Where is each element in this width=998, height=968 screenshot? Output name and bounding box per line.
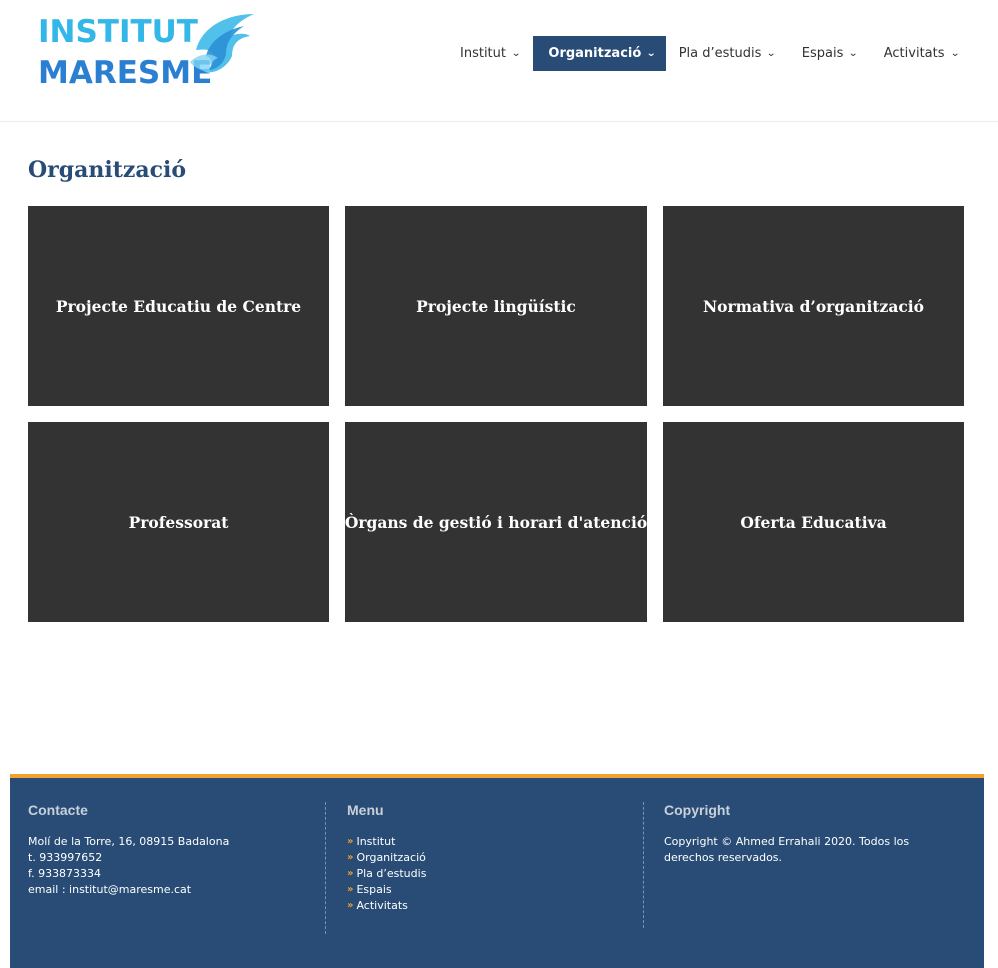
footer-email: email : institut@maresme.cat [28, 883, 192, 896]
double-chevron-right-icon: » [347, 868, 354, 879]
footer-link-organitzacio[interactable]: Organització [356, 850, 425, 866]
tile-label: Projecte lingüístic [416, 296, 576, 316]
tile-normativa[interactable]: Normativa d’organització [663, 206, 964, 406]
tile-projecte-educatiu[interactable]: Projecte Educatiu de Centre [28, 206, 329, 406]
main-nav: Institut ⌄ Organització ⌄ Pla d’estudis … [447, 36, 972, 71]
footer-contact-heading: Contacte [28, 802, 88, 818]
double-chevron-right-icon: » [347, 900, 354, 911]
wave-icon [190, 14, 254, 74]
footer-copyright: Copyright Copyright © Ahmed Errahali 202… [643, 802, 963, 928]
tile-oferta-educativa[interactable]: Oferta Educativa [663, 422, 964, 622]
chevron-down-icon: ⌄ [848, 48, 859, 59]
footer-link-institut[interactable]: Institut [356, 834, 395, 850]
site-footer: Contacte Molí de la Torre, 16, 08915 Bad… [10, 774, 984, 968]
chevron-down-icon: ⌄ [949, 48, 960, 59]
tile-professorat[interactable]: Professorat [28, 422, 329, 622]
footer-menu-heading: Menu [347, 802, 384, 818]
nav-item-label: Pla d’estudis [678, 46, 762, 61]
double-chevron-right-icon: » [347, 852, 354, 863]
footer-menu-item: » Activitats [347, 898, 643, 914]
chevron-down-icon: ⌄ [646, 48, 657, 59]
tile-projecte-linguistic[interactable]: Projecte lingüístic [345, 206, 647, 406]
page-title: Organització [28, 157, 187, 183]
footer-menu-item: » Pla d’estudis [347, 866, 643, 882]
nav-item-label: Institut [460, 46, 506, 61]
logo-line1: INSTITUT [38, 14, 198, 50]
chevron-down-icon: ⌄ [766, 48, 777, 59]
nav-item-activitats[interactable]: Activitats ⌄ [871, 36, 972, 71]
double-chevron-right-icon: » [347, 884, 354, 895]
chevron-down-icon: ⌄ [511, 48, 522, 59]
footer-fax: f. 933873334 [28, 867, 102, 880]
nav-item-organitzacio[interactable]: Organització ⌄ [533, 36, 666, 71]
footer-contact: Contacte Molí de la Torre, 16, 08915 Bad… [28, 802, 324, 934]
footer-menu-item: » Espais [347, 882, 643, 898]
site-logo[interactable]: INSTITUT MARESME [38, 10, 258, 92]
tile-organs-gestio[interactable]: Òrgans de gestió i horari d'atenció [345, 422, 647, 622]
tile-label: Normativa d’organització [702, 296, 925, 316]
footer-phone: t. 933997652 [28, 851, 103, 864]
footer-copyright-text: Copyright © Ahmed Errahali 2020. Todos l… [664, 835, 910, 864]
nav-item-label: Activitats [883, 46, 945, 61]
footer-link-pla-estudis[interactable]: Pla d’estudis [356, 866, 426, 882]
footer-menu-list: » Institut » Organització » Pla d’estudis »… [347, 834, 643, 914]
double-chevron-right-icon: » [347, 836, 354, 847]
nav-item-pla-estudis[interactable]: Pla d’estudis ⌄ [666, 36, 789, 71]
tile-label: Professorat [128, 512, 229, 532]
footer-copyright-heading: Copyright [664, 802, 731, 818]
footer-address: Molí de la Torre, 16, 08915 Badalona [28, 835, 230, 848]
nav-item-label: Espais [801, 46, 844, 61]
site-header: INSTITUT MARESME Institut ⌄ Organització… [0, 0, 998, 122]
logo-line2: MARESME [38, 55, 213, 91]
footer-menu-item: » Institut [347, 834, 643, 850]
tile-label: Projecte Educatiu de Centre [55, 296, 302, 316]
nav-item-institut[interactable]: Institut ⌄ [447, 36, 533, 71]
nav-item-espais[interactable]: Espais ⌄ [789, 36, 871, 71]
tile-label: Oferta Educativa [740, 512, 887, 532]
footer-link-activitats[interactable]: Activitats [356, 898, 407, 914]
tile-label: Òrgans de gestió i horari d'atenció [344, 512, 648, 532]
footer-link-espais[interactable]: Espais [356, 882, 391, 898]
footer-menu: Menu » Institut » Organització » Pla d’estu… [325, 802, 643, 934]
nav-item-label: Organització [548, 46, 642, 61]
footer-menu-item: » Organització [347, 850, 643, 866]
